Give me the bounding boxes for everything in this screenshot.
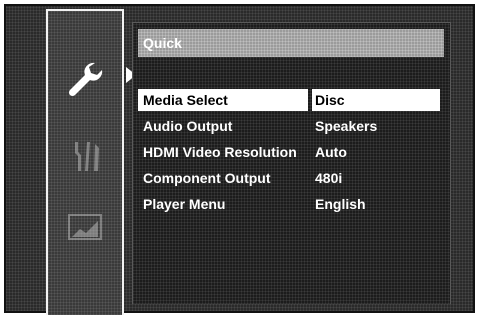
tools-icon[interactable] (65, 136, 105, 176)
menu-row-audio-output[interactable]: Audio Output Speakers (138, 115, 440, 141)
menu-row-media-select[interactable]: Media Select Disc (138, 89, 440, 115)
menu-item-value[interactable]: 480i (312, 167, 440, 189)
menu-item-value[interactable]: Auto (312, 141, 440, 163)
settings-menu: Media Select Disc Audio Output Speakers HDMI… (138, 89, 440, 219)
menu-item-label: Audio Output (143, 118, 233, 134)
display-icon[interactable] (66, 211, 104, 245)
wrench-icon[interactable] (65, 59, 105, 99)
category-sidebar (46, 9, 124, 315)
menu-row-player-menu[interactable]: Player Menu English (138, 193, 440, 219)
panel-title: Quick (138, 29, 444, 57)
menu-row-hdmi-video-resolution[interactable]: HDMI Video Resolution Auto (138, 141, 440, 167)
menu-item-value[interactable]: Speakers (312, 115, 440, 137)
menu-item-value[interactable]: Disc (312, 89, 440, 111)
menu-row-component-output[interactable]: Component Output 480i (138, 167, 440, 193)
menu-item-value[interactable]: English (312, 193, 440, 215)
menu-item-label: Media Select (138, 89, 308, 111)
menu-item-label: Player Menu (143, 196, 226, 212)
menu-item-label: HDMI Video Resolution (143, 144, 297, 160)
menu-item-label: Component Output (143, 170, 271, 186)
